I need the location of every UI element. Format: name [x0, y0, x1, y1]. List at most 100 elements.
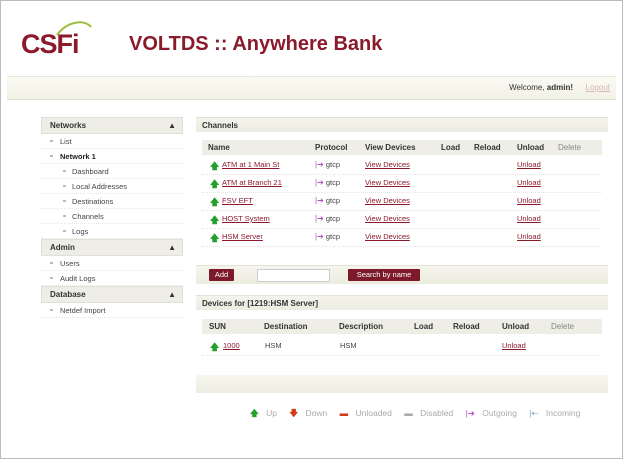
- unload-link[interactable]: Unload: [517, 178, 541, 187]
- channel-name-link[interactable]: HOST System: [222, 214, 270, 223]
- devices-footer: [196, 375, 608, 393]
- welcome-text: Welcome, admin!: [509, 83, 573, 92]
- logo-text: CSFi: [21, 29, 80, 59]
- sidebar-item-users[interactable]: Users: [41, 256, 183, 271]
- unload-link[interactable]: Unload: [517, 196, 541, 205]
- arrow-down-icon: 🡇: [289, 408, 299, 418]
- status-up-icon: 🡅: [210, 233, 220, 243]
- sidebar-item-local-addresses[interactable]: Local Addresses: [41, 179, 183, 194]
- table-row: 🡅 HOST System |➔ gtcp View Devices Unload: [202, 210, 602, 229]
- col-protocol[interactable]: Protocol: [315, 143, 347, 152]
- status-up-icon: 🡅: [210, 179, 220, 189]
- channels-table-header: Name Protocol View Devices Load Reload U…: [202, 140, 602, 155]
- sidebar-item-audit-logs[interactable]: Audit Logs: [41, 271, 183, 286]
- channels-panel-header: Channels: [196, 117, 608, 132]
- collapse-icon[interactable]: ▲: [168, 121, 176, 130]
- view-devices-link[interactable]: View Devices: [365, 160, 410, 169]
- legend-up: 🡅 Up: [250, 408, 277, 418]
- col-load[interactable]: Load: [414, 322, 433, 331]
- col-unload[interactable]: Unload: [517, 143, 544, 152]
- table-row: 🡅 ATM at 1 Main St |➔ gtcp View Devices Unlo…: [202, 156, 602, 175]
- sidebar-item-netdef-import[interactable]: Netdef Import: [41, 303, 183, 318]
- disabled-dash-icon: ▬: [404, 408, 413, 418]
- app-title: VOLTDS :: Anywhere Bank: [129, 33, 383, 55]
- devices-table-header: SUN Destination Description Load Reload …: [202, 319, 602, 334]
- arrow-up-icon: 🡅: [250, 408, 259, 418]
- legend-unloaded: ▬ Unloaded: [339, 408, 392, 418]
- unload-link[interactable]: Unload: [517, 214, 541, 223]
- col-view-devices[interactable]: View Devices: [365, 143, 416, 152]
- outgoing-icon: |➔: [315, 178, 324, 187]
- table-row: 🡅 ATM at Branch 21 |➔ gtcp View Devices Unlo…: [202, 174, 602, 193]
- collapse-icon[interactable]: ▲: [168, 243, 176, 252]
- view-devices-link[interactable]: View Devices: [365, 196, 410, 205]
- col-name[interactable]: Name: [208, 143, 230, 152]
- sidebar-item-network-1[interactable]: Network 1: [41, 149, 183, 164]
- col-description[interactable]: Description: [339, 322, 383, 331]
- table-row: 🡅 1000 HSM HSM Unload: [202, 337, 602, 356]
- unload-link[interactable]: Unload: [517, 160, 541, 169]
- sidebar-item-list[interactable]: List: [41, 134, 183, 149]
- sidebar-section-admin[interactable]: Admin ▲: [41, 239, 183, 256]
- outgoing-icon: |➔: [315, 232, 324, 241]
- sidebar-section-database[interactable]: Database ▲: [41, 286, 183, 303]
- status-up-icon: 🡅: [210, 342, 220, 352]
- outgoing-icon: |➔: [315, 214, 324, 223]
- logout-link[interactable]: Logout: [586, 83, 610, 92]
- col-reload[interactable]: Reload: [453, 322, 480, 331]
- sidebar: Networks ▲ List Network 1 Dashboard Loca…: [41, 117, 183, 318]
- channel-name-link[interactable]: FSV EFT: [222, 196, 253, 205]
- outgoing-icon: |➔: [315, 160, 324, 169]
- add-button[interactable]: Add: [209, 269, 234, 281]
- protocol-cell: |➔ gtcp: [315, 196, 341, 205]
- channel-name-link[interactable]: ATM at 1 Main St: [222, 160, 279, 169]
- view-devices-link[interactable]: View Devices: [365, 178, 410, 187]
- search-by-name-button[interactable]: Search by name: [348, 269, 420, 281]
- device-sun-link[interactable]: 1000: [223, 341, 240, 350]
- col-delete[interactable]: Delete: [558, 143, 581, 152]
- sidebar-section-networks[interactable]: Networks ▲: [41, 117, 183, 134]
- device-description: HSM: [340, 341, 357, 350]
- protocol-cell: |➔ gtcp: [315, 160, 341, 169]
- outgoing-icon: |➔: [465, 408, 475, 418]
- col-load[interactable]: Load: [441, 143, 460, 152]
- channel-name-link[interactable]: ATM at Branch 21: [222, 178, 282, 187]
- devices-panel-header: Devices for [1219:HSM Server]: [196, 295, 608, 310]
- sidebar-item-dashboard[interactable]: Dashboard: [41, 164, 183, 179]
- status-up-icon: 🡅: [210, 215, 220, 225]
- legend-outgoing: |➔ Outgoing: [465, 408, 517, 418]
- outgoing-icon: |➔: [315, 196, 324, 205]
- legend-disabled: ▬ Disabled: [404, 408, 454, 418]
- col-reload[interactable]: Reload: [474, 143, 501, 152]
- table-row: 🡅 FSV EFT |➔ gtcp View Devices Unload: [202, 192, 602, 211]
- unloaded-dash-icon: ▬: [339, 408, 349, 418]
- status-up-icon: 🡅: [210, 197, 220, 207]
- device-destination: HSM: [265, 341, 282, 350]
- protocol-cell: |➔ gtcp: [315, 178, 341, 187]
- status-legend: 🡅 Up 🡇 Down ▬ Unloaded ▬ Disabled |➔ Out…: [250, 408, 590, 422]
- top-bar: Welcome, admin! Logout: [7, 76, 616, 100]
- sidebar-item-logs[interactable]: Logs: [41, 224, 183, 239]
- search-input[interactable]: [257, 269, 330, 282]
- legend-down: 🡇 Down: [289, 408, 328, 418]
- protocol-cell: |➔ gtcp: [315, 214, 341, 223]
- csfi-logo: CSFi: [21, 21, 93, 61]
- channels-toolbar: Add Search by name: [196, 265, 608, 284]
- view-devices-link[interactable]: View Devices: [365, 232, 410, 241]
- view-devices-link[interactable]: View Devices: [365, 214, 410, 223]
- status-up-icon: 🡅: [210, 161, 220, 171]
- legend-incoming: |⇠ Incoming: [529, 408, 581, 418]
- device-unload-link[interactable]: Unload: [502, 341, 526, 350]
- sidebar-item-destinations[interactable]: Destinations: [41, 194, 183, 209]
- app-window: CSFi VOLTDS :: Anywhere Bank Welcome, ad…: [0, 0, 623, 459]
- table-row: 🡅 HSM Server |➔ gtcp View Devices Unload: [202, 228, 602, 247]
- unload-link[interactable]: Unload: [517, 232, 541, 241]
- col-sun[interactable]: SUN: [209, 322, 226, 331]
- channel-name-link[interactable]: HSM Server: [222, 232, 263, 241]
- col-destination[interactable]: Destination: [264, 322, 308, 331]
- col-unload[interactable]: Unload: [502, 322, 529, 331]
- protocol-cell: |➔ gtcp: [315, 232, 341, 241]
- collapse-icon[interactable]: ▲: [168, 290, 176, 299]
- sidebar-item-channels[interactable]: Channels: [41, 209, 183, 224]
- col-delete[interactable]: Delete: [551, 322, 574, 331]
